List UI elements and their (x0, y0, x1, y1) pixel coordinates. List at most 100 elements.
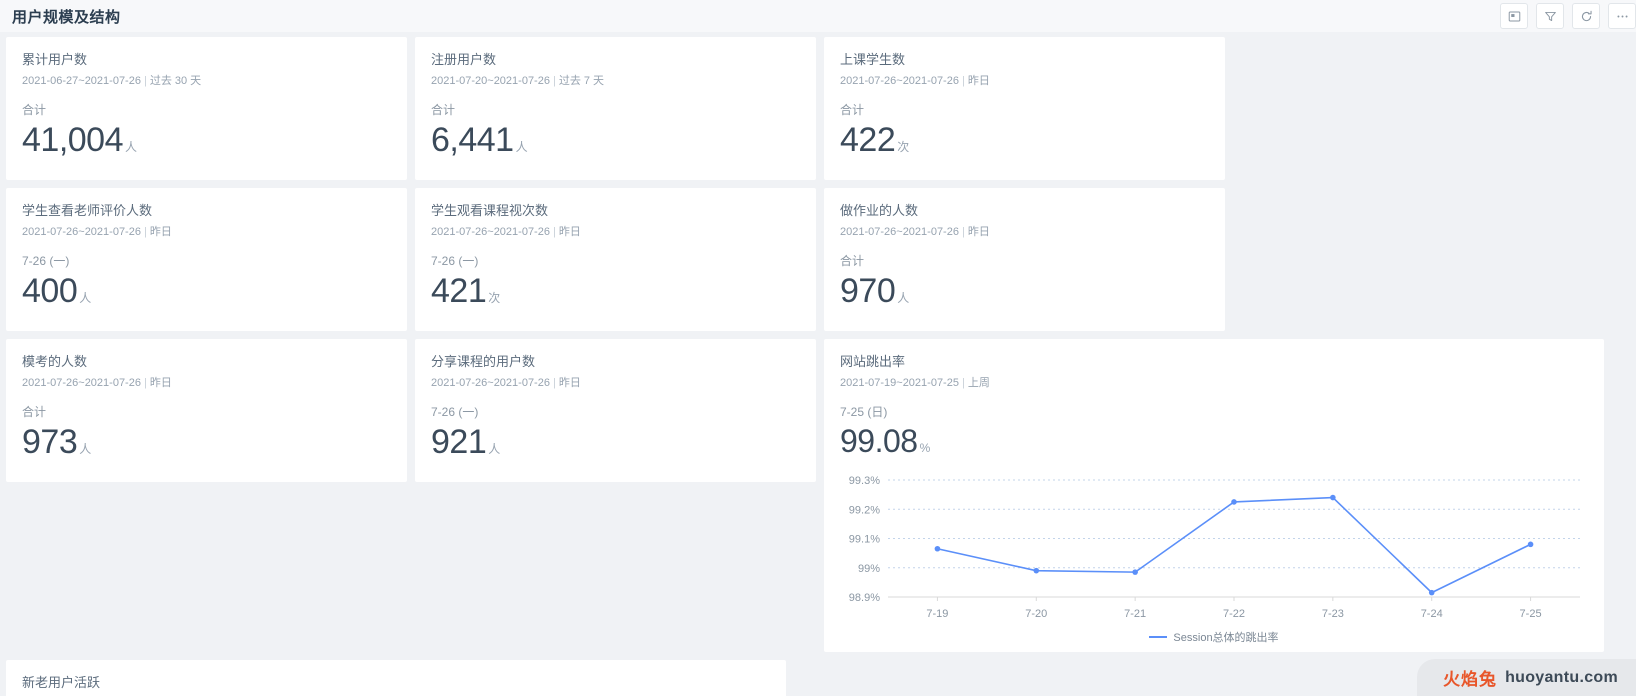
range-note: 昨日 (967, 75, 990, 87)
chart-card-new-old-user-activity[interactable]: 新老用户活跃 2021-07-20~2021-07-26|过去 7 天 7-26… (6, 660, 786, 696)
page-title: 用户规模及结构 (12, 8, 121, 26)
svg-text:99.2%: 99.2% (849, 504, 880, 516)
range-separator: | (552, 75, 556, 87)
stat-number: 421 (431, 272, 487, 310)
stat-card-attending-students[interactable]: 上课学生数 2021-07-26~2021-07-26 | 昨日 合计 422 次 (824, 37, 1225, 180)
card-date-range: 2021-07-26~2021-07-26 | 昨日 (431, 376, 800, 391)
watermark: 火焰兔 huoyantu.com (1417, 659, 1636, 696)
range-note: 昨日 (149, 377, 172, 389)
card-date-range: 2021-07-26~2021-07-26 | 昨日 (840, 74, 1209, 89)
stat-unit: 人 (488, 442, 500, 456)
range-separator: | (961, 75, 965, 87)
stat-unit: 人 (897, 291, 909, 305)
stat-number: 400 (22, 272, 78, 310)
range-text: 2021-07-26~2021-07-26 (431, 226, 550, 238)
card-date-range: 2021-07-20~2021-07-26 | 过去 7 天 (431, 74, 800, 89)
range-text: 2021-07-20~2021-07-26 (431, 75, 550, 87)
svg-text:7-23: 7-23 (1322, 608, 1344, 620)
svg-text:7-20: 7-20 (1025, 608, 1047, 620)
line-chart-legend[interactable]: Session总体的跳出率 (840, 629, 1588, 645)
header-toolbar (1500, 3, 1636, 29)
stat-value: 973 人 (22, 421, 391, 470)
stat-card-course-sharers[interactable]: 分享课程的用户数 2021-07-26~2021-07-26 | 昨日 7-26 (… (415, 339, 816, 482)
bounce-rate-header: 网站跳出率 2021-07-19~2021-07-25 | 上周 7-25 (日) … (840, 353, 1588, 468)
card-title: 模考的人数 (22, 354, 88, 369)
stat-number: 422 (840, 121, 896, 159)
stat-label: 7-26 (一) (431, 254, 479, 268)
stat-card-registered-users[interactable]: 注册用户数 2021-07-20~2021-07-26 | 过去 7 天 合计 6,… (415, 37, 816, 180)
bounce-rate-line-chart: 98.9% 99% 99.1% 99.2% 99.3% 7-19 7-20 7-21 7-22 7… (840, 472, 1588, 627)
stat-unit: 人 (79, 291, 91, 305)
svg-text:7-24: 7-24 (1421, 608, 1443, 620)
svg-text:99.3%: 99.3% (849, 475, 880, 487)
stat-unit: % (919, 441, 931, 455)
svg-text:98.9%: 98.9% (849, 592, 880, 604)
card-title: 上课学生数 (840, 52, 906, 67)
stat-value: 400 人 (22, 270, 391, 319)
filter-icon-button[interactable] (1536, 3, 1564, 29)
svg-text:99%: 99% (858, 563, 880, 575)
range-separator: | (961, 377, 965, 389)
stat-label: 7-25 (日) (840, 405, 888, 419)
stat-value: 422 次 (840, 119, 1209, 168)
card-title: 做作业的人数 (840, 203, 919, 218)
range-text: 2021-07-26~2021-07-26 (22, 377, 141, 389)
card-title: 网站跳出率 (840, 354, 906, 369)
watermark-url: huoyantu.com (1505, 668, 1618, 686)
range-separator: | (552, 226, 556, 238)
range-text: 2021-07-26~2021-07-26 (431, 377, 550, 389)
svg-text:7-21: 7-21 (1124, 608, 1146, 620)
more-icon-button[interactable] (1608, 3, 1636, 29)
range-text: 2021-07-26~2021-07-26 (840, 226, 959, 238)
stat-number: 970 (840, 272, 896, 310)
range-separator: | (143, 75, 147, 87)
card-title: 学生观看课程视次数 (431, 203, 549, 218)
svg-text:99.1%: 99.1% (849, 534, 880, 546)
card-date-range: 2021-07-26~2021-07-26 | 昨日 (22, 376, 391, 391)
export-icon-button[interactable] (1500, 3, 1528, 29)
stat-unit: 人 (79, 442, 91, 456)
watermark-brand: 火焰兔 (1443, 670, 1498, 689)
stat-card-cumulative-users[interactable]: 累计用户数 2021-06-27~2021-07-26 | 过去 30 天 合计 4… (6, 37, 407, 180)
stat-number: 6,441 (431, 121, 514, 159)
svg-text:7-22: 7-22 (1223, 608, 1245, 620)
range-separator: | (143, 377, 147, 389)
stat-value: 41,004 人 (22, 119, 391, 168)
page-header: 用户规模及结构 (0, 0, 1636, 32)
legend-label-session-bounce: Session总体的跳出率 (1173, 632, 1279, 644)
range-note: 昨日 (558, 377, 581, 389)
stat-value: 99.08% (840, 421, 1588, 468)
card-title: 注册用户数 (431, 52, 497, 67)
refresh-icon-button[interactable] (1572, 3, 1600, 29)
stat-unit: 人 (515, 140, 528, 154)
legend-line-swatch (1149, 636, 1168, 638)
stat-card-teacher-review-viewers[interactable]: 学生查看老师评价人数 2021-07-26~2021-07-26 | 昨日 7-26… (6, 188, 407, 331)
chart-card-bounce-rate[interactable]: 网站跳出率 2021-07-19~2021-07-25 | 上周 7-25 (日) … (824, 339, 1604, 652)
stat-number: 921 (431, 423, 487, 461)
stat-label: 合计 (840, 103, 865, 117)
svg-text:7-19: 7-19 (926, 608, 948, 620)
range-note: 昨日 (558, 226, 581, 238)
range-text: 2021-07-26~2021-07-26 (22, 226, 141, 238)
range-note: 上周 (967, 377, 990, 389)
dashboard-grid: 累计用户数 2021-06-27~2021-07-26 | 过去 30 天 合计 4… (0, 32, 1636, 696)
stat-label: 合计 (431, 103, 456, 117)
stat-label: 合计 (840, 254, 865, 268)
filter-icon (1544, 11, 1556, 21)
stat-value: 921 人 (431, 421, 800, 470)
stat-card-homework-doers[interactable]: 做作业的人数 2021-07-26~2021-07-26 | 昨日 合计 970 人 (824, 188, 1225, 331)
range-separator: | (143, 226, 147, 238)
export-icon (1508, 11, 1520, 21)
stat-label: 合计 (22, 405, 47, 419)
card-date-range: 2021-07-26~2021-07-26 | 昨日 (840, 225, 1209, 240)
stat-unit: 次 (897, 140, 909, 154)
stat-value: 970 人 (840, 270, 1209, 319)
card-date-range: 2021-07-19~2021-07-25 | 上周 (840, 376, 1588, 391)
range-note: 过去 7 天 (558, 75, 605, 87)
card-title: 累计用户数 (22, 52, 88, 67)
card-date-range: 2021-06-27~2021-07-26 | 过去 30 天 (22, 74, 391, 89)
stat-number: 99.08 (840, 423, 918, 459)
stat-card-course-video-views[interactable]: 学生观看课程视次数 2021-07-26~2021-07-26 | 昨日 7-26 … (415, 188, 816, 331)
stat-value: 6,441 人 (431, 119, 800, 168)
stat-card-mock-exam-takers[interactable]: 模考的人数 2021-07-26~2021-07-26 | 昨日 合计 973 人 (6, 339, 407, 482)
